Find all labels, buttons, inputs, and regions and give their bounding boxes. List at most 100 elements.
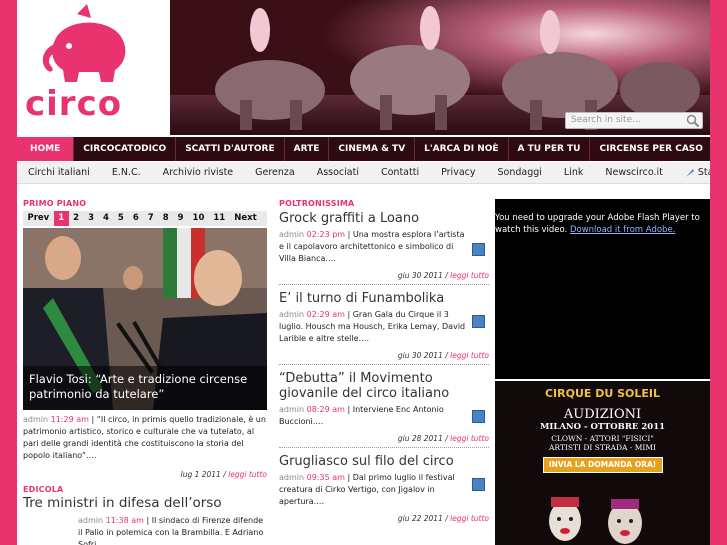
- subnav-sondaggi[interactable]: Sondaggi: [487, 167, 553, 178]
- divider: [279, 284, 489, 285]
- author: admin: [279, 405, 305, 414]
- subnav-circhi-italiani[interactable]: Circhi italiani: [17, 167, 101, 178]
- featured-excerpt: admin 11:29 am | “Il circo, in primis qu…: [23, 415, 266, 460]
- subnav-link[interactable]: Link: [553, 167, 594, 178]
- thumbnail-icon[interactable]: [472, 315, 485, 328]
- pager-page[interactable]: 10: [188, 211, 209, 226]
- article-title[interactable]: “Debutta” il Movimento giovanile del cir…: [279, 371, 489, 401]
- flash-download-link[interactable]: Download it from Adobe.: [570, 225, 675, 235]
- article-title[interactable]: E’ il turno di Funambolika: [279, 291, 489, 306]
- section-title: EDICOLA: [23, 485, 64, 494]
- nav-scatti-d-autore[interactable]: SCATTI D'AUTORE: [176, 137, 285, 161]
- main-nav: HOME CIRCOCATODICO SCATTI D'AUTORE ARTE …: [17, 137, 710, 161]
- article-title[interactable]: Grock graffiti a Loano: [279, 211, 489, 226]
- author: admin: [279, 230, 305, 239]
- pager-page[interactable]: 11: [209, 211, 230, 226]
- date: giu 30 2011: [397, 351, 443, 360]
- read-more-link[interactable]: leggi tutto: [450, 271, 489, 280]
- flash-video-placeholder: You need to upgrade your Adobe Flash Pla…: [495, 199, 710, 379]
- article-row: admin 02:29 am | Gran Gala du Cirque il …: [279, 309, 489, 345]
- article-excerpt: admin 11:38 am | Il sindaco di Firenze d…: [78, 515, 267, 545]
- divider: [279, 364, 489, 365]
- pager-page[interactable]: 2: [69, 211, 84, 226]
- read-more-link[interactable]: leggi tutto: [450, 514, 489, 523]
- subnav-enc[interactable]: E.N.C.: [101, 167, 152, 178]
- pager-page[interactable]: 8: [158, 211, 173, 226]
- time: 08:29 am: [306, 405, 345, 414]
- nav-home[interactable]: HOME: [17, 137, 75, 161]
- read-more-link[interactable]: leggi tutto: [450, 351, 489, 360]
- pager-page[interactable]: 4: [99, 211, 114, 226]
- subnav-privacy[interactable]: Privacy: [430, 167, 486, 178]
- subnav-newscirco[interactable]: Newscirco.it: [594, 167, 673, 178]
- article-row: admin 02:23 pm | Una mostra esplora l’ar…: [279, 229, 489, 265]
- sub-nav: Circhi italiani E.N.C. Archivio riviste …: [17, 162, 710, 184]
- section-title: PRIMO PIANO: [23, 199, 87, 208]
- pager-page[interactable]: 7: [143, 211, 158, 226]
- stay-connected-label: Stay Connected: [697, 167, 710, 178]
- sidebar-column: You need to upgrade your Adobe Flash Pla…: [495, 199, 710, 545]
- pager-page[interactable]: 9: [173, 211, 188, 226]
- time: 09:35 am: [306, 473, 345, 482]
- ad-roles: CLOWN - ATTORI "FISICI": [551, 434, 654, 443]
- date-line: giu 30 2011 / leggi tutto: [397, 271, 489, 280]
- date-line: giu 30 2011 / leggi tutto: [397, 351, 489, 360]
- subnav-associati[interactable]: Associati: [306, 167, 370, 178]
- search-icon[interactable]: [686, 114, 700, 128]
- featured-photo[interactable]: Flavio Tosi: “Arte e tradizione circense…: [23, 228, 267, 410]
- featured-caption[interactable]: Flavio Tosi: “Arte e tradizione circense…: [23, 366, 267, 410]
- subnav-contatti[interactable]: Contatti: [370, 167, 430, 178]
- subnav-gerenza[interactable]: Gerenza: [244, 167, 306, 178]
- pager-page[interactable]: 3: [84, 211, 99, 226]
- nav-arte[interactable]: ARTE: [285, 137, 330, 161]
- pager: Prev 1 2 3 4 5 6 7 8 9 10 11 Next: [23, 211, 267, 226]
- feather-icon: [685, 168, 694, 177]
- article-title[interactable]: Grugliasco sul filo del circo: [279, 454, 489, 469]
- nav-circense-per-caso[interactable]: CIRCENSE PER CASO: [590, 137, 710, 161]
- thumbnail-icon[interactable]: [472, 243, 485, 256]
- author: admin: [279, 310, 305, 319]
- subnav-stay-connected[interactable]: Stay Connected: [674, 167, 710, 178]
- subnav-archivio-riviste[interactable]: Archivio riviste: [152, 167, 245, 178]
- nav-circocatodico[interactable]: CIRCOCATODICO: [74, 137, 177, 161]
- thumbnail-spacer: [23, 515, 78, 545]
- date: giu 22 2011: [397, 514, 443, 523]
- nav-arca-di-noe[interactable]: L'ARCA DI NOÈ: [415, 137, 509, 161]
- article-excerpt: admin 08:29 am | Interviene Enc Antonio …: [279, 405, 444, 426]
- section-title: POLTRONISSIMA: [279, 199, 355, 208]
- nav-a-tu-per-tu[interactable]: A TU PER TU: [509, 137, 591, 161]
- logo[interactable]: circo: [17, 0, 170, 135]
- article-excerpt: admin 02:23 pm | Una mostra esplora l’ar…: [279, 230, 465, 263]
- article-title[interactable]: Tre ministri in difesa dell’orso: [23, 496, 267, 511]
- primo-piano-column: PRIMO PIANO Prev 1 2 3 4 5 6 7 8 9 10 11…: [23, 199, 267, 545]
- read-more-link[interactable]: leggi tutto: [450, 434, 489, 443]
- date: giu 30 2011: [397, 271, 443, 280]
- cirque-du-soleil-ad[interactable]: CIRQUE DU SOLEIL AUDIZIONI MILANO - OTTO…: [495, 381, 710, 545]
- article-excerpt: admin 02:29 am | Gran Gala du Cirque il …: [279, 310, 466, 343]
- date-line: giu 28 2011 / leggi tutto: [397, 434, 489, 443]
- thumbnail-icon[interactable]: [472, 410, 485, 423]
- pager-page[interactable]: 1: [53, 211, 69, 226]
- ad-brand: CIRQUE DU SOLEIL: [544, 387, 661, 400]
- date: giu 28 2011: [397, 434, 443, 443]
- article-row: admin 11:38 am | Il sindaco di Firenze d…: [23, 515, 267, 545]
- time: 11:29 am: [50, 415, 89, 424]
- read-more-link[interactable]: leggi tutto: [228, 470, 267, 479]
- thumbnail-icon[interactable]: [472, 478, 485, 491]
- date: lug 1 2011: [180, 470, 221, 479]
- article-row: admin 08:29 am | Interviene Enc Antonio …: [279, 404, 489, 428]
- pager-next[interactable]: Next: [230, 211, 261, 226]
- search-input[interactable]: Search in site...: [565, 112, 703, 129]
- excerpt-text: Interviene Enc Antonio Buccioni.…: [279, 405, 444, 426]
- logo-text: circo: [25, 84, 123, 124]
- ad-roles: ARTISTI DI STRADA - MIMI: [549, 443, 656, 452]
- header-banner: circo Search in site...: [17, 0, 710, 135]
- poltronissima-column: POLTRONISSIMA Grock graffiti a Loano adm…: [279, 199, 489, 523]
- ad-apply-button[interactable]: INVIA LA DOMANDA ORA!: [542, 457, 663, 473]
- pager-prev[interactable]: Prev: [23, 211, 54, 226]
- page: circo Search in site... HOME CIRCOCATODI…: [17, 0, 710, 545]
- divider: [279, 447, 489, 448]
- nav-cinema-tv[interactable]: CINEMA & TV: [329, 137, 416, 161]
- pager-page[interactable]: 5: [113, 211, 128, 226]
- pager-page[interactable]: 6: [128, 211, 143, 226]
